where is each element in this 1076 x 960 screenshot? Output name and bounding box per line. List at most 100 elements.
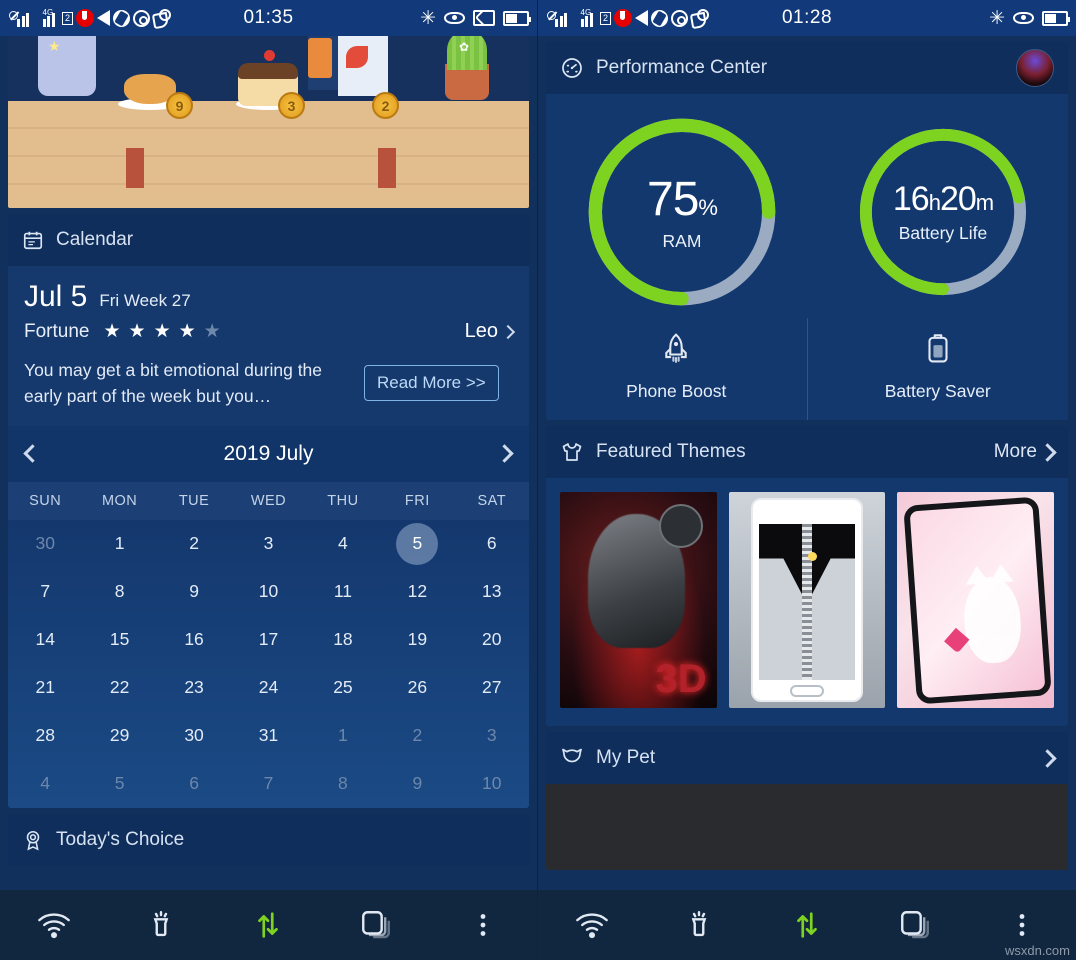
- themes-more-button[interactable]: More: [994, 441, 1057, 463]
- calendar-day-label: 15: [109, 629, 130, 649]
- calendar-day[interactable]: 22: [82, 664, 156, 712]
- avatar[interactable]: [1016, 49, 1054, 87]
- calendar-day[interactable]: 30: [8, 520, 82, 568]
- calendar-day[interactable]: 16: [157, 616, 231, 664]
- game-coin-badge[interactable]: 9: [166, 92, 193, 119]
- calendar-day[interactable]: 9: [380, 760, 454, 808]
- calendar-day[interactable]: 19: [380, 616, 454, 664]
- calendar-day[interactable]: 6: [157, 760, 231, 808]
- my-pet-title: My Pet: [596, 747, 656, 768]
- calendar-day-label: 30: [35, 533, 55, 553]
- game-coin-badge[interactable]: 2: [372, 92, 399, 119]
- theme-item-zipper[interactable]: [728, 492, 886, 708]
- calendar-day[interactable]: 6: [455, 520, 529, 568]
- recent-apps-icon[interactable]: [344, 900, 408, 950]
- calendar-day[interactable]: 3: [455, 712, 529, 760]
- calendar-day-label: 16: [184, 629, 204, 649]
- calendar-day[interactable]: 28: [8, 712, 82, 760]
- calendar-day[interactable]: 8: [306, 760, 380, 808]
- flashlight-icon[interactable]: [129, 900, 193, 950]
- calendar-day[interactable]: 10: [231, 568, 305, 616]
- prev-month-button[interactable]: [23, 444, 42, 463]
- wifi-icon[interactable]: [560, 900, 624, 950]
- network-type-label: 4G: [580, 7, 592, 17]
- calendar-day-today[interactable]: 5: [380, 520, 454, 568]
- calendar-day[interactable]: 5: [82, 760, 156, 808]
- left-screen: 4G 2 01:35 ✳ ★ ✿ 9 3 2 Calendar Jul 5 Fr…: [0, 0, 538, 960]
- ram-ring-wrap[interactable]: 75% RAM: [582, 112, 782, 312]
- calendar-day[interactable]: 14: [8, 616, 82, 664]
- calendar-day-label: 9: [412, 773, 423, 793]
- calendar-day[interactable]: 23: [157, 664, 231, 712]
- calendar-day[interactable]: 1: [306, 712, 380, 760]
- featured-themes-header[interactable]: Featured Themes More: [546, 426, 1068, 478]
- calendar-day[interactable]: 24: [231, 664, 305, 712]
- calendar-day[interactable]: 26: [380, 664, 454, 712]
- overflow-menu-icon[interactable]: [451, 900, 515, 950]
- read-more-button[interactable]: Read More >>: [364, 365, 499, 402]
- calendar-header[interactable]: Calendar: [8, 214, 529, 266]
- calendar-day[interactable]: 25: [306, 664, 380, 712]
- bottom-nav-left: [0, 890, 537, 960]
- calendar-day[interactable]: 2: [380, 712, 454, 760]
- weekday-label: THU: [327, 492, 359, 509]
- calendar-day[interactable]: 17: [231, 616, 305, 664]
- todays-choice-title: Today's Choice: [56, 828, 185, 850]
- game-coin-badge[interactable]: 3: [278, 92, 305, 119]
- calendar-day[interactable]: 18: [306, 616, 380, 664]
- status-bar-left: 4G 2 01:35 ✳: [0, 0, 537, 36]
- calendar-day[interactable]: 8: [82, 568, 156, 616]
- calendar-day-grid[interactable]: 30 1 2 3 4 5 6 7 8 9 10 11 12 13 14 15 16 17 18 19 20 21 22 23 2…: [8, 519, 529, 808]
- battery-saver-button[interactable]: Battery Saver: [806, 318, 1069, 420]
- theme-item-kitty[interactable]: [897, 492, 1055, 708]
- next-month-button[interactable]: [495, 444, 514, 463]
- theme-item-warrior[interactable]: 3D: [560, 492, 717, 708]
- my-pet-header[interactable]: My Pet: [546, 732, 1068, 784]
- ram-caption: RAM: [662, 231, 702, 251]
- calendar-day[interactable]: 3: [231, 520, 305, 568]
- game-banner[interactable]: 9 3 2: [8, 36, 529, 208]
- star-icon: ★: [153, 321, 171, 342]
- recent-apps-icon[interactable]: [883, 900, 947, 950]
- data-transfer-icon[interactable]: [775, 900, 839, 950]
- zodiac-label: Leo: [464, 320, 498, 342]
- data-transfer-icon[interactable]: [236, 900, 300, 950]
- award-icon: [22, 829, 44, 851]
- calendar-day[interactable]: 9: [157, 568, 231, 616]
- todays-choice-header[interactable]: Today's Choice: [8, 813, 529, 866]
- calendar-day[interactable]: 4: [306, 520, 380, 568]
- phone-boost-label: Phone Boost: [626, 381, 727, 401]
- calendar-day[interactable]: 4: [8, 760, 82, 808]
- battery-ring-wrap[interactable]: 16h20m Battery Life: [854, 123, 1032, 301]
- phone-boost-button[interactable]: Phone Boost: [546, 318, 807, 420]
- calendar-day[interactable]: 27: [455, 664, 529, 712]
- calendar-day[interactable]: 11: [306, 568, 380, 616]
- my-pet-more-button[interactable]: [1038, 748, 1057, 768]
- performance-body: 75% RAM 16h20m Battery Life Phone Boost …: [546, 94, 1068, 420]
- calendar-day[interactable]: 12: [380, 568, 454, 616]
- rocket-icon: [660, 332, 692, 371]
- vodafone-icon: [614, 9, 633, 27]
- calendar-day[interactable]: 20: [455, 616, 529, 664]
- star-icon: ★: [178, 321, 196, 342]
- calendar-day[interactable]: 2: [157, 520, 231, 568]
- star-icon: ★: [128, 321, 146, 342]
- calendar-day[interactable]: 7: [231, 760, 305, 808]
- zodiac-link[interactable]: Leo: [464, 320, 516, 343]
- wifi-icon[interactable]: [22, 900, 86, 950]
- calendar-day[interactable]: 13: [455, 568, 529, 616]
- calendar-day[interactable]: 30: [157, 712, 231, 760]
- calendar-day[interactable]: 29: [82, 712, 156, 760]
- calendar-day[interactable]: 15: [82, 616, 156, 664]
- theme-medal-icon: [658, 504, 703, 548]
- battery-value: 16h20m: [892, 180, 994, 218]
- calendar-day[interactable]: 7: [8, 568, 82, 616]
- calendar-day[interactable]: 21: [8, 664, 82, 712]
- calendar-day-label: 1: [338, 725, 348, 745]
- calendar-day[interactable]: 10: [455, 760, 529, 808]
- status-bar-right: 4G 2 01:28 ✳: [538, 0, 1076, 36]
- calendar-day[interactable]: 31: [231, 712, 305, 760]
- calendar-day[interactable]: 1: [82, 520, 156, 568]
- performance-header[interactable]: Performance Center: [546, 42, 1068, 94]
- flashlight-icon[interactable]: [667, 900, 731, 950]
